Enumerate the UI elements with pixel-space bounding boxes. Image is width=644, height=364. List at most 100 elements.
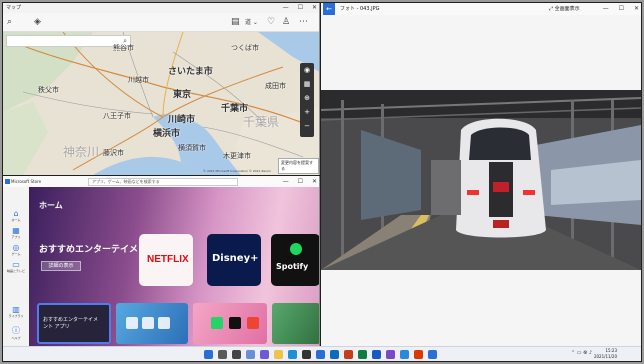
map-style-menu[interactable]: 道 ⌄ — [245, 17, 258, 26]
nav-library[interactable]: ▥ ライブラリ — [3, 305, 29, 318]
spotify-tile[interactable]: Spotify — [271, 234, 319, 286]
minimize-button[interactable]: — — [283, 176, 289, 187]
system-tray-icons[interactable]: ⌃ ▭ ⊗ ♪ — [571, 350, 592, 356]
app-icon[interactable] — [386, 350, 395, 359]
map-label-tokyo: 東京 — [173, 90, 192, 100]
minimize-button[interactable]: — — [283, 3, 289, 13]
maps-titlebar: マップ — [3, 3, 319, 13]
zoom-in-button[interactable]: + — [300, 105, 314, 119]
back-arrow-icon[interactable]: ← — [323, 3, 335, 15]
nav-library-label: ライブラリ — [8, 314, 24, 318]
whatsapp-icon — [211, 317, 223, 329]
map-canvas[interactable] — [3, 32, 320, 175]
maximize-button[interactable]: ☐ — [298, 176, 303, 187]
featured-card-games[interactable] — [116, 303, 188, 344]
maps-window-controls: — ☐ ✕ — [283, 3, 317, 13]
excel-icon[interactable] — [358, 350, 367, 359]
search-icon[interactable]: ⌕ — [7, 17, 12, 27]
search-icon[interactable] — [218, 350, 227, 359]
taskbar: ⌃ ▭ ⊗ ♪ 15:23 2021/11/20 — [3, 346, 641, 361]
netflix-tile[interactable]: NETFLIX — [139, 234, 193, 286]
close-button[interactable]: ✕ — [312, 176, 317, 187]
powerpoint-icon[interactable] — [344, 350, 353, 359]
map-label-chichibu: 秩父市 — [38, 86, 59, 94]
word-icon[interactable] — [372, 350, 381, 359]
game-icon — [158, 317, 170, 329]
app-icon[interactable] — [428, 350, 437, 359]
disney-plus-tile[interactable]: Disney+ — [207, 234, 261, 286]
widgets-icon[interactable] — [246, 350, 255, 359]
tiktok-icon — [229, 317, 241, 329]
nav-movies-label: 映画とテレビ — [6, 269, 25, 273]
nav-games[interactable]: ◎ ゲーム — [3, 243, 29, 256]
chat-icon[interactable] — [260, 350, 269, 359]
clock-date: 2021/11/20 — [593, 354, 617, 359]
traffic-icon[interactable]: ▤ — [231, 17, 240, 27]
featured-card-entertainment[interactable]: おすすめエンターテイメ ント アプリ — [37, 303, 111, 344]
maximize-button[interactable]: ☐ — [619, 3, 624, 15]
store-search-input[interactable]: アプリ、ゲーム、映画などを検索する — [88, 178, 238, 186]
map-label-kumagaya: 熊谷市 — [113, 44, 134, 52]
disney-plus-logo: Disney+ — [212, 253, 259, 264]
outlook-icon[interactable] — [330, 350, 339, 359]
zoom-out-button[interactable]: − — [300, 119, 314, 133]
map-controls: ◉ ▦ ⊕ + − — [300, 63, 314, 137]
account-icon[interactable]: ♙ — [282, 17, 290, 27]
suggest-change-button[interactable]: 変更内容を提案する — [278, 158, 319, 174]
netflix-logo: NETFLIX — [147, 254, 189, 265]
location-icon[interactable]: ◉ — [300, 63, 314, 77]
minimize-button[interactable]: — — [603, 3, 609, 15]
compass-icon[interactable]: ⊕ — [300, 91, 314, 105]
directions-icon[interactable]: ◈ — [34, 17, 41, 27]
favorites-icon[interactable]: ♡ — [267, 17, 275, 27]
edge-icon[interactable] — [288, 350, 297, 359]
maps-icon[interactable] — [414, 350, 423, 359]
close-button[interactable]: ✕ — [312, 3, 317, 13]
layers-icon[interactable]: ▦ — [300, 77, 314, 91]
featured-card-label: おすすめエンターテイメ ント アプリ — [43, 317, 99, 330]
nav-home[interactable]: ⌂ ホーム — [3, 209, 29, 222]
more-icon[interactable]: ⋯ — [299, 17, 308, 27]
clock[interactable]: 15:23 2021/11/20 — [594, 348, 617, 360]
featured-card-social[interactable] — [193, 303, 267, 344]
store-icon[interactable] — [302, 350, 311, 359]
featured-card-more[interactable] — [272, 303, 319, 344]
maximize-button[interactable]: ☐ — [298, 3, 303, 13]
photos-window: ← フォト - 043.JPG ⤢ 全画面表示 — ☐ ✕ — [321, 3, 641, 346]
store-title: Microsoft Store — [11, 179, 42, 184]
file-explorer-icon[interactable] — [274, 350, 283, 359]
show-details-button[interactable]: 詳細の表示 — [41, 261, 81, 271]
map-copyright: © 2021 Microsoft Corporation © 2021 Zenr… — [203, 169, 272, 173]
nav-home-label: ホーム — [11, 218, 21, 222]
photos-icon[interactable] — [400, 350, 409, 359]
app-icon — [247, 317, 259, 329]
nav-apps[interactable]: ▦ アプリ — [3, 226, 29, 239]
store-window: Microsoft Store アプリ、ゲーム、映画などを検索する — ☐ ✕ … — [3, 176, 320, 346]
nav-apps-label: アプリ — [11, 235, 21, 239]
photos-title: フォト - 043.JPG — [340, 6, 380, 12]
store-sidebar: ⌂ ホーム ▦ アプリ ◎ ゲーム ▭ 映画とテレビ ▥ ライブラリ ⓘ ヘルプ — [3, 187, 29, 346]
map-label-hachioji: 八王子市 — [103, 112, 131, 120]
task-view-icon[interactable] — [232, 350, 241, 359]
close-button[interactable]: ✕ — [634, 3, 639, 15]
map-label-yokohama: 横浜市 — [153, 129, 181, 139]
spotify-icon — [290, 243, 302, 255]
map-label-yokosuka: 横須賀市 — [178, 144, 206, 152]
nav-help[interactable]: ⓘ ヘルプ — [3, 325, 29, 340]
start-icon[interactable] — [204, 350, 213, 359]
photos-titlebar: ← フォト - 043.JPG ⤢ 全画面表示 — ☐ ✕ — [321, 3, 641, 15]
map-label-kisarazu: 木更津市 — [223, 152, 251, 160]
photo-image[interactable] — [321, 90, 641, 270]
nav-games-label: ゲーム — [11, 252, 21, 256]
fullscreen-button[interactable]: ⤢ 全画面表示 — [549, 3, 580, 15]
maps-window: マップ — ☐ ✕ ⌕ ◈ ▤ 道 ⌄ ♡ ♙ ⋯ ⌕ さいたま市 東京 千葉市 — [3, 3, 320, 175]
game-icon — [126, 317, 138, 329]
map-label-kawasaki: 川崎市 — [168, 115, 196, 125]
fullscreen-label: 全画面表示 — [554, 6, 580, 12]
map-label-kawagoe: 川越市 — [128, 76, 149, 84]
mail-icon[interactable] — [316, 350, 325, 359]
spotify-logo: Spotify — [276, 262, 309, 271]
map-label-tsukuba: つくば市 — [231, 44, 259, 52]
store-hero-banner: ホーム おすすめエンターテイメント アプリ 詳細の表示 NETFLIX Disn… — [29, 187, 319, 346]
nav-movies[interactable]: ▭ 映画とテレビ — [3, 260, 29, 273]
